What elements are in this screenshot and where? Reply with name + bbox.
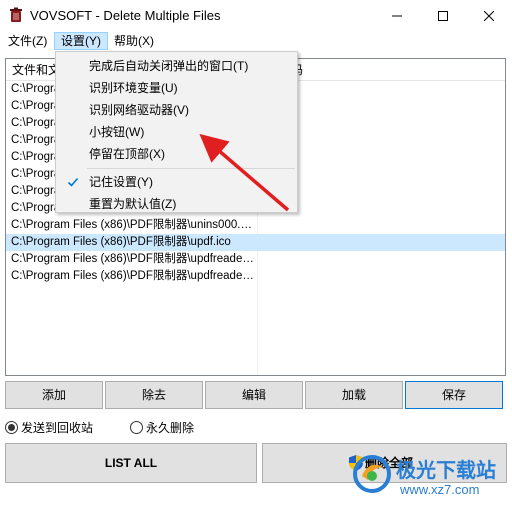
site-watermark: 极光下载站 www.xz7.com	[352, 452, 510, 504]
row-path: C:\Program Files (x86)\PDF限制器\updfreader…	[11, 253, 255, 265]
list-row-selected[interactable]: C:\Program Files (x86)\PDF限制器\updf.ico	[6, 234, 505, 251]
menu-item-label: 记住设置(Y)	[89, 175, 153, 189]
minimize-button[interactable]	[374, 0, 420, 31]
list-row[interactable]: C:\Program Files (x86)\PDF限制器\unins000.e…	[6, 217, 505, 234]
settings-dropdown-menu: 完成后自动关闭弹出的窗口(T) 识别环境变量(U) 识别网络驱动器(V) 小按钮…	[55, 51, 298, 213]
load-button[interactable]: 加载	[305, 381, 403, 409]
menu-item-small-buttons[interactable]: 小按钮(W)	[58, 121, 295, 143]
checkmark-icon	[67, 177, 79, 187]
menu-item-auto-close[interactable]: 完成后自动关闭弹出的窗口(T)	[58, 55, 295, 77]
radio-indicator	[130, 420, 143, 434]
watermark-logo-icon	[353, 455, 391, 493]
list-row[interactable]: C:\Program Files (x86)\PDF限制器\updfreader…	[6, 268, 505, 285]
row-path: C:\Program Files (x86)\PDF限制器\updf.ico	[11, 236, 231, 248]
menu-item-reset-defaults[interactable]: 重置为默认值(Z)	[58, 193, 295, 215]
list-row[interactable]: C:\Program Files (x86)\PDF限制器\updfreader…	[6, 251, 505, 268]
save-button[interactable]: 保存	[405, 381, 503, 409]
row-path: C:\Program Files (x86)\PDF限制器\updfreader…	[11, 270, 255, 282]
radio-indicator-checked	[5, 420, 18, 434]
radio-permanent-delete[interactable]: 永久删除	[130, 419, 194, 435]
minimize-icon	[392, 15, 402, 16]
list-all-button[interactable]: LIST ALL	[5, 443, 257, 483]
add-button[interactable]: 添加	[5, 381, 103, 409]
radio-recycle-label: 发送到回收站	[21, 420, 94, 435]
window-title: VOVSOFT - Delete Multiple Files	[30, 8, 221, 23]
title-bar: VOVSOFT - Delete Multiple Files	[0, 0, 512, 31]
maximize-icon	[438, 10, 448, 21]
trash-bin-icon	[10, 7, 22, 22]
watermark-text: 极光下载站	[396, 458, 496, 482]
close-button[interactable]	[466, 0, 512, 31]
radio-recycle-bin[interactable]: 发送到回收站	[5, 419, 93, 435]
close-icon	[484, 10, 494, 21]
edit-button[interactable]: 编辑	[205, 381, 303, 409]
menu-item-env-vars[interactable]: 识别环境变量(U)	[58, 77, 295, 99]
radio-permanent-label: 永久删除	[146, 420, 195, 435]
menu-help[interactable]: 帮助(X)	[108, 32, 160, 50]
menu-item-remember-settings[interactable]: 记住设置(Y)	[58, 171, 295, 193]
menu-separator	[87, 168, 295, 169]
menu-file[interactable]: 文件(Z)	[2, 32, 53, 50]
menu-bar: 文件(Z) 设置(Y) 帮助(X)	[0, 31, 512, 51]
menu-settings[interactable]: 设置(Y)	[54, 32, 108, 50]
row-path: C:\Program Files (x86)\PDF限制器\unins000.e…	[11, 219, 255, 231]
menu-item-network-drives[interactable]: 识别网络驱动器(V)	[58, 99, 295, 121]
remove-button[interactable]: 除去	[105, 381, 203, 409]
watermark-url: www.xz7.com	[400, 482, 480, 497]
maximize-button[interactable]	[420, 0, 466, 31]
menu-item-stay-on-top[interactable]: 停留在顶部(X)	[58, 143, 295, 165]
